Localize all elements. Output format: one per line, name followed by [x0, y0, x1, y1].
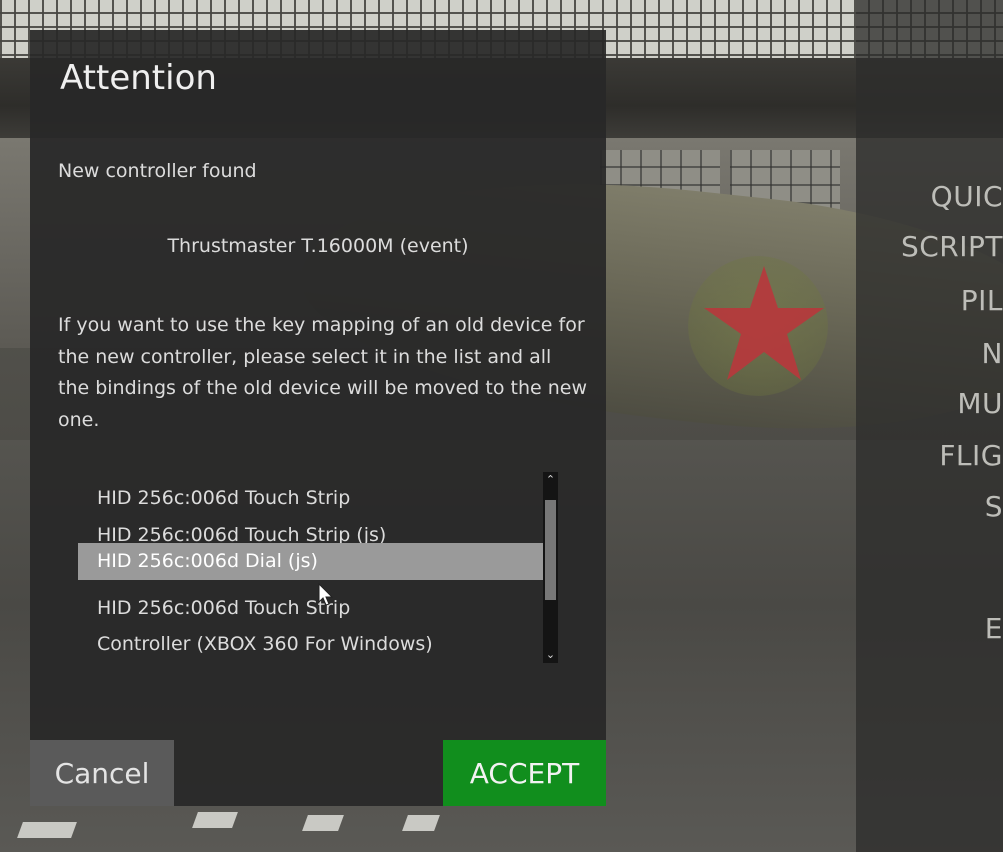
- new-controller-dialog: Attention New controller found Thrustmas…: [30, 30, 606, 806]
- dialog-subtitle: New controller found: [58, 160, 257, 182]
- floor-marking: [302, 815, 344, 831]
- menu-item-exit[interactable]: E: [985, 612, 1003, 645]
- cancel-button[interactable]: Cancel: [30, 740, 174, 806]
- menu-item-n[interactable]: N: [982, 337, 1003, 370]
- device-list-item-selected[interactable]: HID 256c:006d Dial (js): [78, 543, 544, 580]
- mouse-cursor-icon: [318, 583, 334, 606]
- floor-marking: [192, 812, 238, 828]
- chevron-down-icon[interactable]: ⌄: [543, 649, 558, 661]
- device-list-item[interactable]: Controller (XBOX 360 For Windows): [78, 626, 544, 663]
- device-list-item[interactable]: HID 256c:006d Touch Strip: [78, 480, 544, 517]
- accept-button[interactable]: ACCEPT: [443, 740, 606, 806]
- menu-item-s[interactable]: S: [985, 490, 1003, 523]
- new-device-name: Thrustmaster T.16000M (event): [167, 235, 469, 257]
- device-list-scrollbar[interactable]: ⌃ ⌄: [543, 472, 558, 663]
- red-star-insignia-icon: [704, 266, 824, 380]
- menu-item-quick[interactable]: QUIC: [931, 180, 1003, 213]
- chevron-up-icon[interactable]: ⌃: [543, 474, 558, 486]
- floor-marking: [17, 822, 77, 838]
- menu-item-pilot[interactable]: PIL: [961, 284, 1003, 317]
- floor-marking: [402, 815, 440, 831]
- menu-item-flight[interactable]: FLIG: [939, 439, 1003, 472]
- menu-item-multiplayer[interactable]: MU: [957, 387, 1003, 420]
- main-menu-panel: QUIC SCRIPT PIL N MU FLIG S E: [856, 0, 1003, 852]
- dialog-title: Attention: [60, 58, 217, 98]
- old-device-list[interactable]: HID 256c:006d Touch Strip HID 256c:006d …: [78, 480, 544, 675]
- menu-item-scripted[interactable]: SCRIPT: [901, 230, 1003, 263]
- scrollbar-thumb[interactable]: [545, 500, 556, 600]
- dialog-instructions: If you want to use the key mapping of an…: [58, 314, 587, 431]
- device-list-item[interactable]: HID 256c:006d Touch Strip: [78, 590, 544, 627]
